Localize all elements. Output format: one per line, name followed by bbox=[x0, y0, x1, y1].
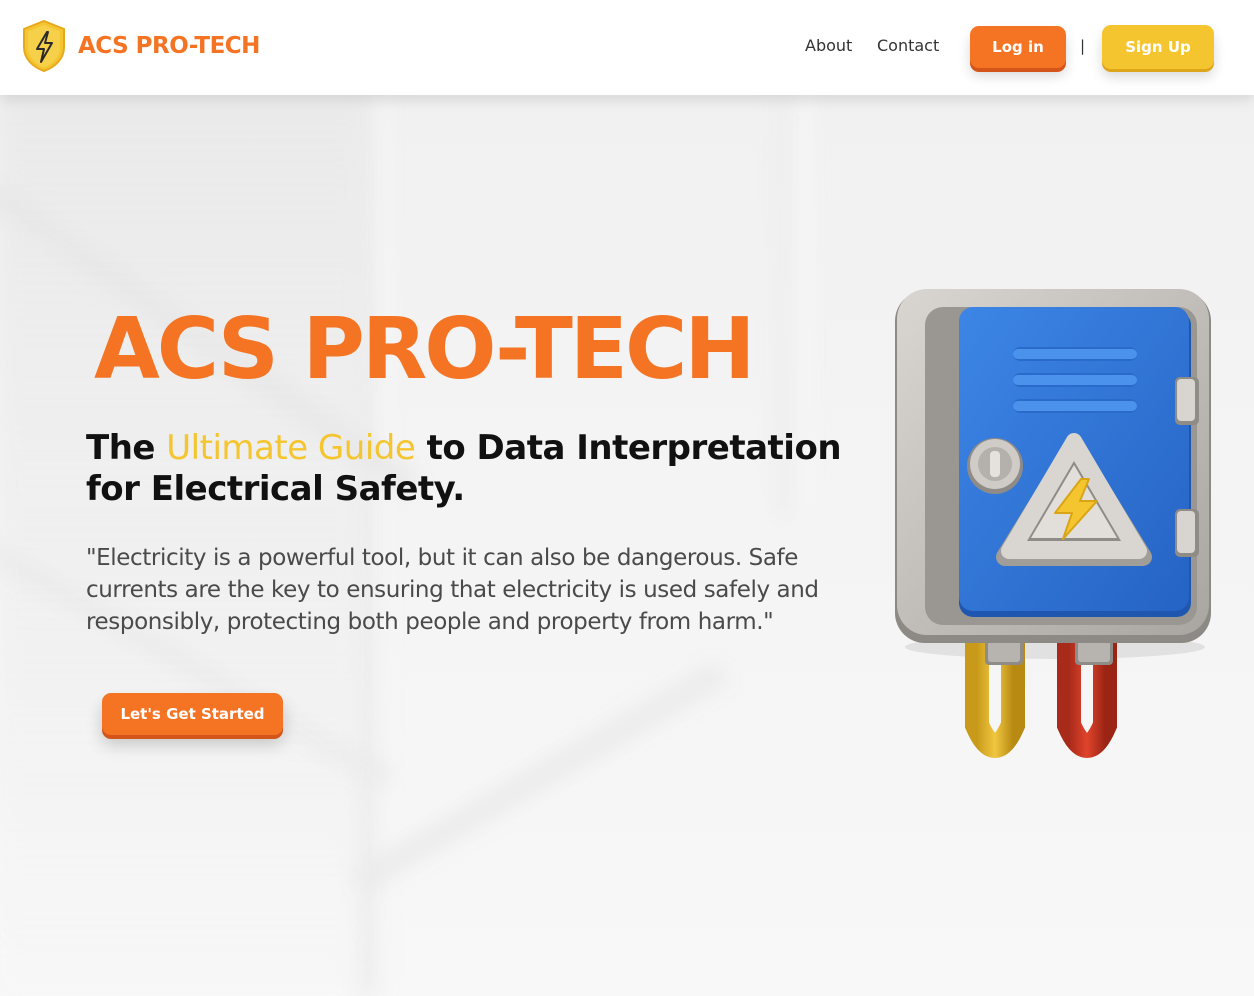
hero-quote: "Electricity is a powerful tool, but it … bbox=[86, 545, 819, 635]
signup-button[interactable]: Sign Up bbox=[1102, 25, 1214, 69]
login-button[interactable]: Log in bbox=[970, 26, 1066, 68]
get-started-button[interactable]: Let's Get Started bbox=[102, 693, 283, 735]
nav-separator: | bbox=[1080, 37, 1086, 55]
brand-logo[interactable]: ACS PRO-TECH bbox=[20, 19, 260, 73]
nav-about-link[interactable]: About bbox=[805, 36, 852, 55]
navbar: ACS PRO-TECH About Contact Log in | Sign… bbox=[0, 0, 1254, 95]
background-shape bbox=[352, 661, 728, 893]
nav-contact-link[interactable]: Contact bbox=[877, 36, 939, 55]
electrical-panel-illustration bbox=[895, 289, 1211, 758]
subtitle-prefix: The bbox=[86, 428, 167, 468]
subtitle-highlight: Ultimate Guide bbox=[166, 428, 416, 468]
hero-subtitle: The Ultimate Guide to Data Interpretatio… bbox=[86, 428, 876, 510]
hero-title: ACS PRO-TECH bbox=[94, 300, 755, 399]
lightning-shield-icon bbox=[23, 19, 65, 73]
brand-name: ACS PRO-TECH bbox=[78, 33, 260, 59]
